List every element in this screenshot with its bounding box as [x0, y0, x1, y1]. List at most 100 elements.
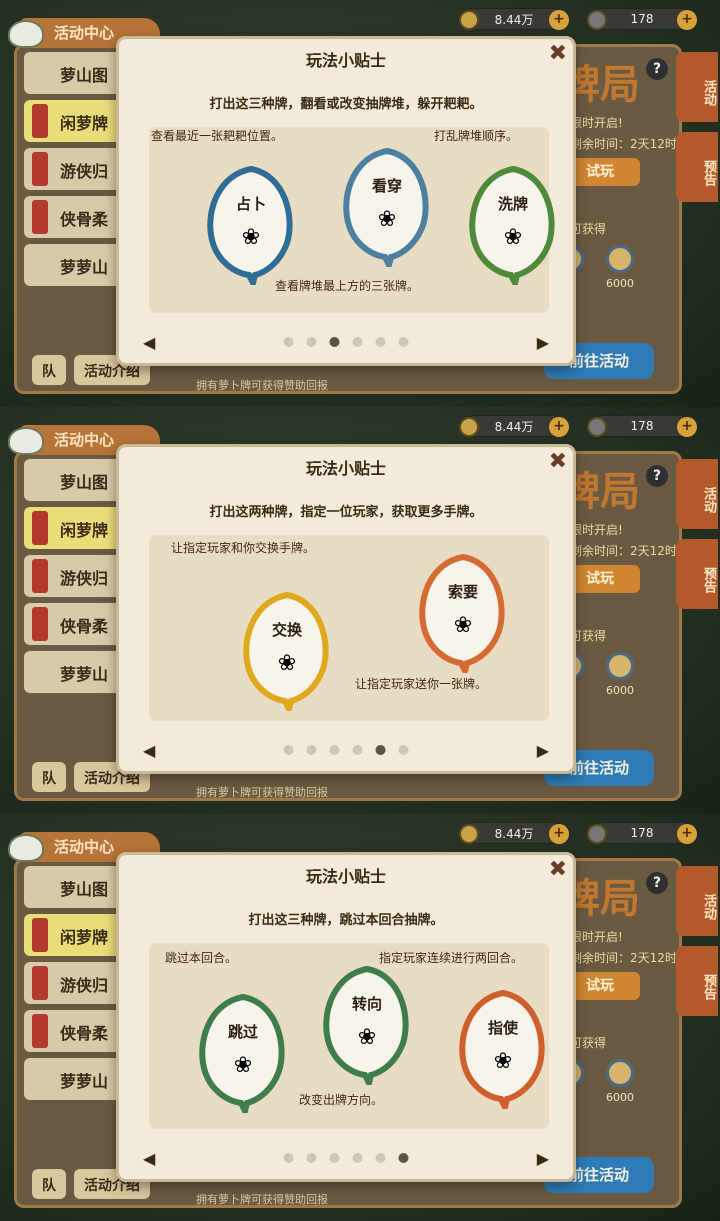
card-name: 指使 [487, 1019, 518, 1037]
gem-counter: 178 + [587, 8, 697, 30]
tag-badge [32, 918, 48, 952]
page-dots [283, 337, 409, 347]
page-dot[interactable] [352, 1153, 363, 1163]
next-arrow-icon[interactable]: ▶ [537, 1149, 549, 1168]
page-dot[interactable] [398, 745, 409, 755]
card-seed: 占卜 ❀ [205, 165, 297, 292]
dialog-title: 玩法小贴士 [305, 51, 386, 70]
page-dot[interactable] [306, 337, 317, 347]
page-dot[interactable] [375, 1153, 386, 1163]
prev-arrow-icon[interactable]: ◀ [143, 333, 155, 352]
prev-arrow-icon[interactable]: ◀ [143, 741, 155, 760]
card-name: 跳过 [227, 1023, 258, 1041]
card-seed: 交换 ❀ [241, 591, 333, 718]
time-left-text: 剩余时间：2天12时 [570, 951, 677, 965]
side-tabs: 活动 预告 [676, 459, 718, 619]
gold-counter: 8.44万 + [459, 8, 569, 30]
time-open-text: 限时开启! [570, 930, 623, 944]
gem-counter: 178 + [587, 822, 697, 844]
gem-icon [587, 417, 607, 437]
page-dot[interactable] [398, 337, 409, 347]
gem-amount: 178 [630, 826, 654, 840]
time-left-text: 剩余时间：2天12时 [570, 137, 677, 151]
card-name: 交换 [271, 621, 302, 639]
page-dot[interactable] [375, 337, 386, 347]
card-name: 占卜 [235, 195, 266, 213]
close-icon[interactable]: ✖ [549, 857, 567, 882]
reward-item: 6000 [600, 245, 640, 290]
gem-icon [587, 10, 607, 30]
gem-icon [587, 824, 607, 844]
page-dot[interactable] [329, 745, 340, 755]
close-icon[interactable]: ✖ [549, 41, 567, 66]
help-icon[interactable]: ? [646, 872, 668, 894]
gold-coin-icon [459, 824, 479, 844]
page-dot[interactable] [329, 337, 340, 347]
gold-amount: 8.44万 [494, 419, 534, 434]
dialog-subtitle: 打出这两种牌，指定一位玩家，获取更多手牌。 [209, 505, 483, 520]
team-button[interactable]: 队 [32, 1169, 66, 1199]
dialog-subtitle: 打出这三种牌，跳过本回合抽牌。 [248, 913, 444, 928]
page-dot[interactable] [375, 745, 386, 755]
time-left-text: 剩余时间：2天12时 [570, 544, 677, 558]
page-dot[interactable] [283, 745, 294, 755]
gold-coin-icon [459, 10, 479, 30]
side-tab-notice[interactable]: 预告 [676, 946, 718, 1016]
next-arrow-icon[interactable]: ▶ [537, 333, 549, 352]
tag-badge [32, 152, 48, 186]
page-dot[interactable] [352, 745, 363, 755]
time-open-text: 限时开启! [570, 116, 623, 130]
card-caption: 让指定玩家和你交换手牌。 [171, 541, 316, 555]
side-tab-activity[interactable]: 活动 [676, 459, 718, 529]
pager: ◀ ▶ [119, 1149, 573, 1169]
prev-arrow-icon[interactable]: ◀ [143, 1149, 155, 1168]
add-gold-button[interactable]: + [549, 417, 569, 437]
add-gold-button[interactable]: + [549, 10, 569, 30]
cards-area: 查看最近一张耙耙位置。 打乱牌堆顺序。 查看牌堆最上方的三张牌。 占卜 ❀ 看穿 ❀… [149, 127, 555, 313]
dialog-title: 玩法小贴士 [305, 867, 386, 886]
close-icon[interactable]: ✖ [549, 449, 567, 474]
side-tab-notice[interactable]: 预告 [676, 539, 718, 609]
tag-badge [32, 1014, 48, 1048]
can-get-text: 可获得 [570, 222, 607, 236]
side-tab-activity[interactable]: 活动 [676, 866, 718, 936]
help-icon[interactable]: ? [646, 465, 668, 487]
coin-icon [606, 652, 634, 680]
card-caption: 指定玩家连续进行两回合。 [379, 951, 524, 965]
gold-counter: 8.44万 + [459, 415, 569, 437]
page-dots [283, 745, 409, 755]
tips-dialog: 玩法小贴士 ✖ 打出这两种牌，指定一位玩家，获取更多手牌。 让指定玩家和你交换手… [116, 444, 576, 774]
card-seed: 索要 ❀ [417, 553, 509, 680]
page-dot[interactable] [283, 337, 294, 347]
gold-amount: 8.44万 [494, 12, 534, 27]
card-seed: 看穿 ❀ [341, 147, 433, 274]
gem-counter: 178 + [587, 415, 697, 437]
card-illustration-icon: ❀ [377, 207, 397, 232]
add-gem-button[interactable]: + [677, 10, 697, 30]
dialog-subtitle: 打出这三种牌，翻看或改变抽牌堆，躲开耙耙。 [209, 97, 483, 112]
radish-mascot-icon [8, 834, 44, 862]
page-dot[interactable] [306, 745, 317, 755]
page-dot[interactable] [283, 1153, 294, 1163]
side-tab-activity[interactable]: 活动 [676, 52, 718, 122]
gem-amount: 178 [630, 419, 654, 433]
dialog-title: 玩法小贴士 [305, 459, 386, 478]
card-name: 转向 [351, 995, 382, 1013]
gold-counter: 8.44万 + [459, 822, 569, 844]
radish-mascot-icon [8, 427, 44, 455]
page-dot[interactable] [352, 337, 363, 347]
next-arrow-icon[interactable]: ▶ [537, 741, 549, 760]
team-button[interactable]: 队 [32, 355, 66, 385]
tag-badge [32, 200, 48, 234]
page-dot[interactable] [306, 1153, 317, 1163]
side-tab-notice[interactable]: 预告 [676, 132, 718, 202]
page-dot[interactable] [329, 1153, 340, 1163]
page-dot[interactable] [398, 1153, 409, 1163]
card-illustration-icon: ❀ [453, 613, 473, 638]
help-icon[interactable]: ? [646, 58, 668, 80]
add-gem-button[interactable]: + [677, 824, 697, 844]
add-gold-button[interactable]: + [549, 824, 569, 844]
card-seed: 转向 ❀ [321, 965, 413, 1092]
add-gem-button[interactable]: + [677, 417, 697, 437]
team-button[interactable]: 队 [32, 762, 66, 792]
